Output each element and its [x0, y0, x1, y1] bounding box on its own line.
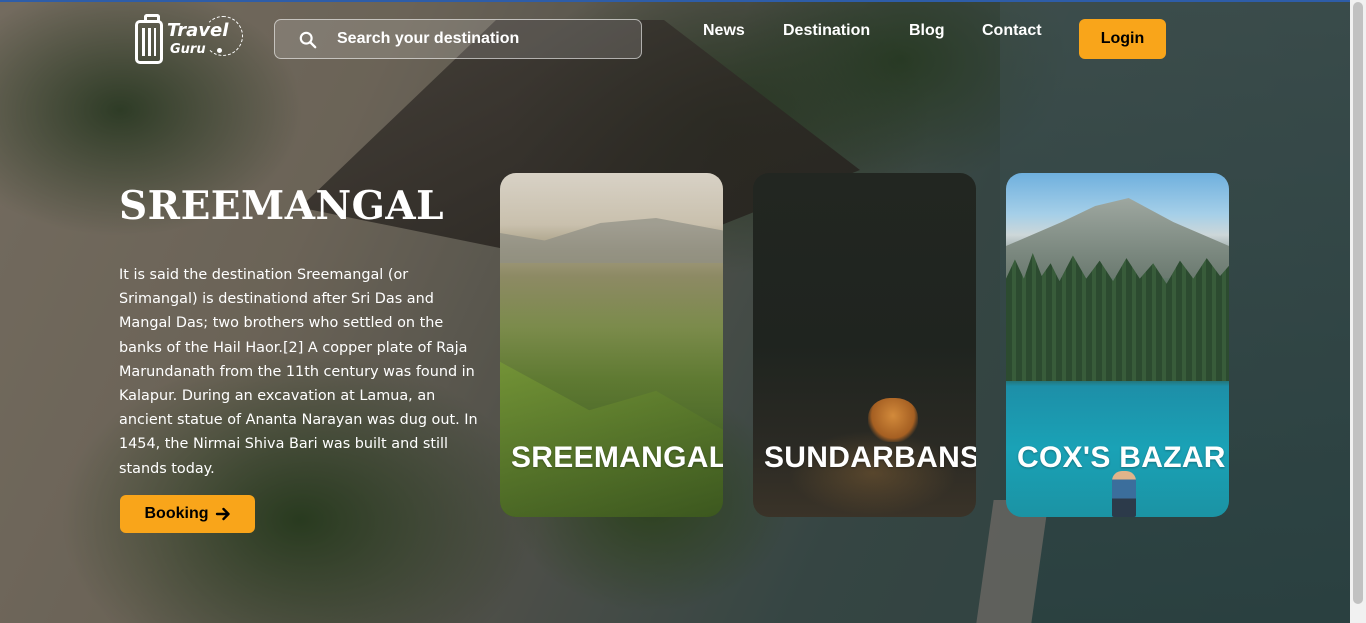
card-tea-garden [500, 361, 723, 517]
scrollbar-thumb[interactable] [1353, 2, 1363, 604]
logo-swoosh [203, 16, 243, 56]
card-mountain [1006, 198, 1229, 278]
card-hills [500, 218, 723, 263]
nav-contact[interactable]: Contact [982, 22, 1042, 40]
destination-card-sreemangal[interactable]: SREEMANGAL [500, 173, 723, 517]
booking-label: Booking [144, 505, 209, 522]
card-label: SUNDARBANS [764, 441, 976, 474]
suitcase-icon [135, 14, 163, 64]
search-input[interactable] [337, 20, 627, 58]
login-button[interactable]: Login [1079, 19, 1166, 59]
nav-blog[interactable]: Blog [909, 22, 945, 40]
nav-news[interactable]: News [703, 22, 745, 40]
logo-text-line2: Guru [170, 42, 206, 57]
top-border [0, 0, 1366, 2]
card-person-image [1112, 471, 1136, 517]
search-bar [274, 19, 642, 59]
arrow-right-icon [215, 507, 230, 521]
nav-destination[interactable]: Destination [783, 22, 870, 40]
booking-button[interactable]: Booking [120, 495, 255, 533]
destination-card-coxs-bazar[interactable]: COX'S BAZAR [1006, 173, 1229, 517]
logo-dot [217, 48, 222, 53]
card-label: SREEMANGAL [511, 441, 723, 474]
destination-card-sundarbans[interactable]: SUNDARBANS [753, 173, 976, 517]
scrollbar[interactable] [1350, 0, 1366, 623]
card-tiger-image [868, 398, 918, 442]
hero-description: It is said the destination Sreemangal (o… [119, 267, 478, 477]
card-label: COX'S BAZAR [1017, 441, 1226, 474]
hero-title: SREEMANGAL [119, 183, 445, 229]
logo[interactable]: Travel Guru [135, 14, 245, 66]
search-icon [299, 31, 317, 49]
